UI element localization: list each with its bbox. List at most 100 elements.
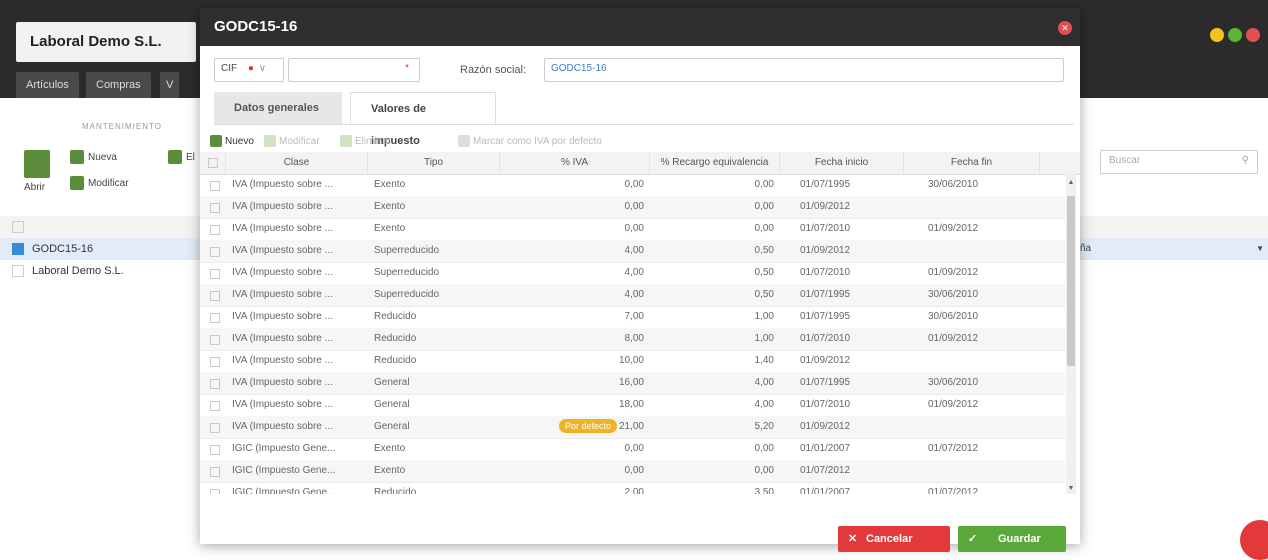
cancel-button[interactable]: ✕ Cancelar [838, 526, 950, 552]
cell-iva-text: 4,00 [624, 267, 644, 278]
cell-iva: 7,00 [500, 306, 650, 328]
row-checkbox[interactable] [200, 350, 226, 372]
col-fecha-fin[interactable]: Fecha fin [904, 152, 1040, 174]
close-icon[interactable]: ✕ [1058, 21, 1072, 35]
table-row[interactable]: IGIC (Impuesto Gene... Exento 0,00 0,00 01/0… [200, 460, 1065, 483]
cell-tipo-text: General [374, 399, 410, 410]
cell-fecha-fin: 01/09/2012 [904, 218, 1040, 240]
table-row[interactable]: IVA (Impuesto sobre ... Exento 0,00 0,00 01/… [200, 196, 1065, 219]
table-row[interactable]: IVA (Impuesto sobre ... Reducido 10,00 1,40… [200, 350, 1065, 373]
company-name[interactable]: Laboral Demo S.L. [16, 22, 196, 62]
razon-social-input[interactable]: GODC15-16 [544, 58, 1064, 82]
save-button[interactable]: ✓ Guardar [958, 526, 1066, 552]
default-iva-button[interactable]: Marcar como IVA por defecto [458, 135, 602, 147]
chevron-down-icon[interactable]: ▼ [1256, 238, 1264, 260]
list-item[interactable]: Laboral Demo S.L. [0, 260, 200, 282]
cell-clase: IVA (Impuesto sobre ... [226, 328, 368, 350]
table-row[interactable]: IVA (Impuesto sobre ... Exento 0,00 0,00 01/… [200, 174, 1065, 197]
tab-datos-generales[interactable]: Datos generales [214, 92, 342, 124]
row-checkbox[interactable] [200, 174, 226, 196]
maximize-icon[interactable] [1228, 28, 1242, 42]
delete-button-partial[interactable]: El [168, 150, 195, 164]
cif-input[interactable]: * [288, 58, 420, 82]
cell-iva: 18,00 [500, 394, 650, 416]
edit-icon [264, 135, 276, 147]
row-checkbox[interactable] [200, 416, 226, 438]
row-checkbox[interactable] [200, 372, 226, 394]
cell-fecha-inicio-text: 01/01/2007 [800, 443, 851, 454]
row-checkbox[interactable] [200, 438, 226, 460]
minimize-icon[interactable] [1210, 28, 1224, 42]
table-row[interactable]: IVA (Impuesto sobre ... Superreducido 4,00… [200, 240, 1065, 263]
row-checkbox[interactable] [200, 394, 226, 416]
list-item[interactable]: GODC15-16 [0, 238, 200, 260]
right-list-item[interactable]: ña ▼ [1078, 238, 1268, 260]
table-row[interactable]: IGIC (Impuesto Gene... Exento 0,00 0,00 01/0… [200, 438, 1065, 461]
col-tipo[interactable]: Tipo [368, 152, 500, 174]
cif-type-select[interactable]: CIF ● ∨ [214, 58, 284, 82]
col-fecha-inicio[interactable]: Fecha inicio [780, 152, 904, 174]
cell-iva: 0,00 [500, 174, 650, 196]
open-button[interactable]: Abrir [24, 182, 45, 193]
row-checkbox[interactable] [200, 284, 226, 306]
cell-iva: 16,00 [500, 372, 650, 394]
row-checkbox[interactable] [200, 306, 226, 328]
cell-fecha-fin-text: 01/09/2012 [928, 267, 979, 278]
row-checkbox[interactable] [200, 482, 226, 494]
modify-button[interactable]: Modificar [70, 176, 129, 190]
app-tab-articulos[interactable]: Artículos [16, 72, 79, 98]
scroll-up-icon[interactable]: ▲ [1066, 178, 1076, 188]
table-row[interactable]: IVA (Impuesto sobre ... General Por defect… [200, 416, 1065, 439]
col-spacer [1040, 152, 1080, 174]
cell-clase-text: IVA (Impuesto sobre ... [232, 267, 333, 278]
cell-clase-text: IVA (Impuesto sobre ... [232, 223, 333, 234]
header-checkbox[interactable] [200, 152, 226, 174]
cell-fecha-fin-text: 30/06/2010 [928, 377, 979, 388]
table-row[interactable]: IGIC (Impuesto Gene... Reducido 2,00 3,50 01… [200, 482, 1065, 494]
cell-clase-text: IVA (Impuesto sobre ... [232, 377, 333, 388]
table-row[interactable]: IVA (Impuesto sobre ... Exento 0,00 0,00 01/… [200, 218, 1065, 241]
table-row[interactable]: IVA (Impuesto sobre ... General 18,00 4,00 0… [200, 394, 1065, 417]
new-button[interactable]: Nueva [70, 150, 117, 164]
table-row[interactable]: IVA (Impuesto sobre ... Reducido 8,00 1,00 0… [200, 328, 1065, 351]
table-row[interactable]: IVA (Impuesto sobre ... Superreducido 4,00… [200, 284, 1065, 307]
search-input[interactable]: Buscar ⚲ [1100, 150, 1258, 174]
open-icon[interactable] [24, 150, 50, 178]
table-row[interactable]: IVA (Impuesto sobre ... General 16,00 4,00 0… [200, 372, 1065, 395]
row-checkbox[interactable] [12, 243, 24, 256]
row-checkbox[interactable] [200, 240, 226, 262]
select-all-checkbox[interactable] [12, 221, 24, 234]
col-iva[interactable]: % IVA [500, 152, 650, 174]
scroll-down-icon[interactable]: ▼ [1066, 484, 1076, 494]
col-clase[interactable]: Clase [226, 152, 368, 174]
close-app-icon[interactable] [1246, 28, 1260, 42]
row-checkbox[interactable] [200, 262, 226, 284]
app-tab-compras[interactable]: Compras [86, 72, 151, 98]
cell-tipo: Exento [368, 218, 500, 240]
row-checkbox[interactable] [200, 196, 226, 218]
cell-tipo: Superreducido [368, 284, 500, 306]
tab-valores-impuesto[interactable]: Valores de impuesto [350, 92, 496, 147]
cell-fecha-fin [904, 240, 1040, 262]
col-recargo[interactable]: % Recargo equivalencia [650, 152, 780, 174]
table-row[interactable]: IVA (Impuesto sobre ... Reducido 7,00 1,00 0… [200, 306, 1065, 329]
cell-recargo: 0,00 [650, 218, 780, 240]
cell-tipo: General [368, 394, 500, 416]
cell-tipo: Superreducido [368, 262, 500, 284]
nuevo-button[interactable]: Nuevo [210, 135, 254, 147]
cell-recargo-text: 0,00 [754, 443, 774, 454]
row-checkbox[interactable] [200, 218, 226, 240]
cell-recargo-text: 0,00 [754, 223, 774, 234]
modificar-button[interactable]: Modificar [264, 135, 320, 147]
grid-scrollbar[interactable]: ▲ ▼ [1066, 174, 1076, 494]
row-checkbox[interactable] [200, 460, 226, 482]
eliminar-button[interactable]: Eliminar [340, 135, 391, 147]
cell-tipo: Exento [368, 174, 500, 196]
table-row[interactable]: IVA (Impuesto sobre ... Superreducido 4,00… [200, 262, 1065, 285]
row-checkbox[interactable] [200, 328, 226, 350]
floating-action-icon[interactable] [1240, 520, 1268, 560]
app-tab-partial[interactable]: V [160, 72, 180, 98]
row-checkbox[interactable] [12, 265, 24, 278]
scroll-thumb[interactable] [1067, 196, 1075, 366]
cell-clase: IGIC (Impuesto Gene... [226, 460, 368, 482]
